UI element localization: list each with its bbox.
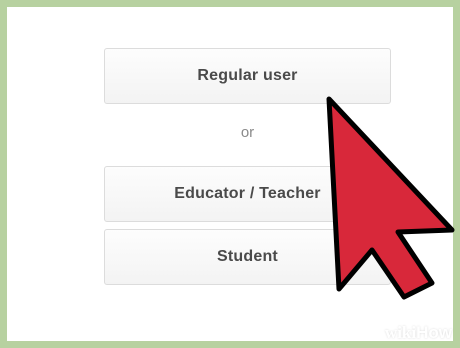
regular-user-button[interactable]: Regular user — [104, 48, 391, 104]
or-separator: or — [240, 124, 255, 141]
educator-teacher-label: Educator / Teacher — [174, 185, 321, 202]
student-button[interactable]: Student — [104, 229, 391, 285]
wikihow-watermark: wikiHow — [384, 323, 452, 342]
educator-teacher-button[interactable]: Educator / Teacher — [104, 166, 391, 222]
regular-user-label: Regular user — [197, 67, 298, 84]
student-label: Student — [217, 248, 278, 265]
